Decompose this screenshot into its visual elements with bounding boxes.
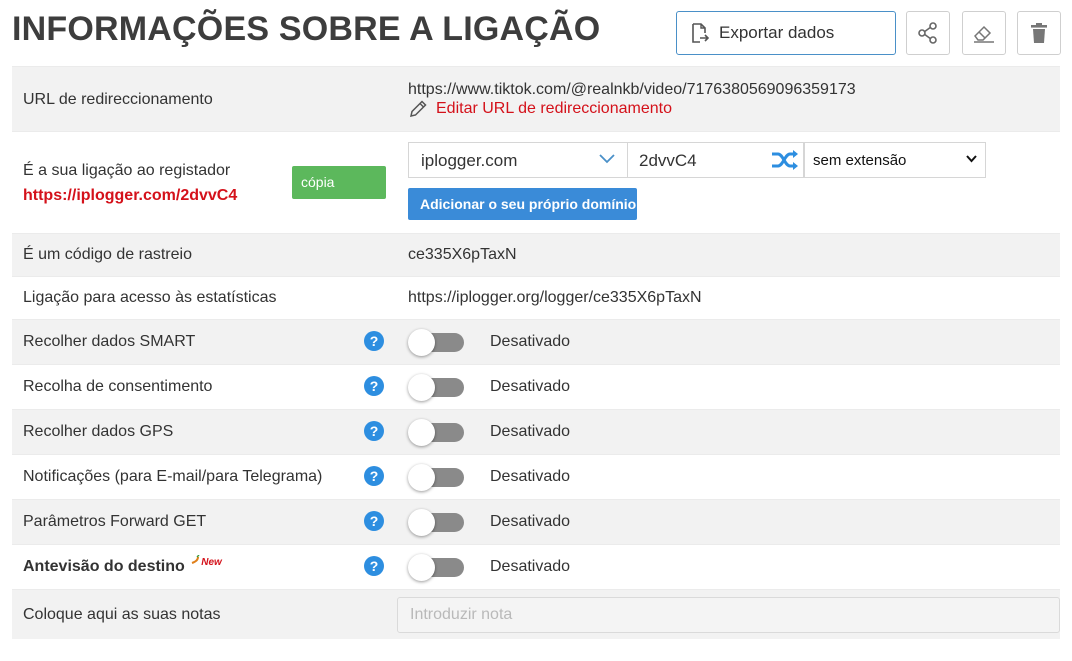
notes-input[interactable]: Introduzir nota — [397, 597, 1060, 633]
erase-button[interactable] — [962, 11, 1006, 55]
new-badge: New — [201, 557, 222, 568]
setting-label: Antevisão do destino New — [23, 554, 222, 576]
copy-button[interactable]: cópia — [292, 166, 386, 199]
logger-link[interactable]: https://iplogger.com/2dvvC4 — [23, 187, 237, 205]
consent-toggle[interactable] — [408, 374, 464, 401]
domain-select[interactable]: iplogger.com — [408, 142, 628, 178]
setting-status: Desativado — [490, 513, 571, 530]
setting-label: Parâmetros Forward GET — [23, 513, 207, 530]
toggle-knob — [408, 419, 435, 446]
redirect-url: https://www.tiktok.com/@realnkb/video/71… — [408, 81, 856, 98]
tracking-label: É um código de rastreio — [23, 246, 192, 263]
forward-get-toggle[interactable] — [408, 509, 464, 536]
stats-url[interactable]: https://iplogger.org/logger/ce335X6pTaxN — [408, 289, 702, 307]
setting-row-destination-preview: Antevisão do destino New ? Desativado — [12, 544, 1060, 589]
share-button[interactable] — [906, 11, 950, 55]
gps-toggle[interactable] — [408, 419, 464, 446]
setting-row-forward-get: Parâmetros Forward GET ? Desativado — [12, 499, 1060, 544]
trash-icon — [1031, 23, 1047, 43]
eraser-icon — [974, 25, 994, 43]
setting-status: Desativado — [490, 423, 571, 440]
toggle-knob — [408, 464, 435, 491]
tracking-code: ce335X6pTaxN — [408, 246, 517, 263]
help-icon[interactable]: ? — [364, 421, 384, 441]
extension-select[interactable]: sem extensão — [804, 142, 986, 178]
redirect-label: URL de redireccionamento — [23, 91, 213, 108]
shuffle-icon[interactable] — [771, 149, 799, 171]
add-own-domain-button[interactable]: Adicionar o seu próprio domínio — [408, 188, 637, 220]
notes-label: Coloque aqui as suas notas — [23, 606, 221, 623]
page-title: INFORMAÇÕES SOBRE A LIGAÇÃO — [12, 10, 601, 48]
setting-label: Recolher dados GPS — [23, 423, 174, 440]
help-icon[interactable]: ? — [364, 466, 384, 486]
edit-redirect-label: Editar URL de redireccionamento — [436, 100, 672, 117]
setting-row-gps: Recolher dados GPS ? Desativado — [12, 409, 1060, 454]
link-info-table: URL de redireccionamento https://www.tik… — [12, 66, 1060, 639]
setting-label: Recolher dados SMART — [23, 333, 196, 350]
page-header: INFORMAÇÕES SOBRE A LIGAÇÃO Exportar dad… — [0, 0, 1072, 66]
export-file-icon — [692, 23, 709, 43]
setting-status: Desativado — [490, 333, 571, 350]
toggle-knob — [408, 374, 435, 401]
delete-button[interactable] — [1017, 11, 1061, 55]
smart-data-toggle[interactable] — [408, 329, 464, 356]
setting-status: Desativado — [490, 468, 571, 485]
setting-row-notifications: Notificações (para E-mail/para Telegrama… — [12, 454, 1060, 499]
tracking-row: É um código de rastreio ce335X6pTaxN — [12, 233, 1060, 276]
logger-label: É a sua ligação ao registador — [23, 162, 231, 179]
toggle-knob — [408, 554, 435, 581]
chevron-down-icon — [599, 154, 615, 164]
share-icon — [918, 22, 937, 44]
help-icon[interactable]: ? — [364, 331, 384, 351]
pencil-icon — [410, 100, 427, 117]
help-icon[interactable]: ? — [364, 556, 384, 576]
stats-row: Ligação para acesso às estatísticas http… — [12, 276, 1060, 319]
export-data-button[interactable]: Exportar dados — [676, 11, 896, 55]
setting-label: Notificações (para E-mail/para Telegrama… — [23, 468, 323, 485]
help-icon[interactable]: ? — [364, 376, 384, 396]
setting-status: Desativado — [490, 378, 571, 395]
export-button-label: Exportar dados — [719, 23, 835, 42]
setting-label-text: Antevisão do destino — [23, 558, 185, 575]
stats-label: Ligação para acesso às estatísticas — [23, 289, 277, 306]
destination-preview-toggle[interactable] — [408, 554, 464, 581]
notes-row: Coloque aqui as suas notas Introduzir no… — [12, 589, 1060, 639]
setting-label: Recolha de consentimento — [23, 378, 213, 395]
help-icon[interactable]: ? — [364, 511, 384, 531]
chevron-down-icon — [966, 155, 977, 163]
edit-redirect-link[interactable]: Editar URL de redireccionamento — [408, 99, 672, 119]
redirect-row: URL de redireccionamento https://www.tik… — [12, 66, 1060, 131]
extension-select-value: sem extensão — [813, 152, 907, 169]
toggle-knob — [408, 329, 435, 356]
logger-row: É a sua ligação ao registador https://ip… — [12, 131, 1060, 233]
pepper-icon — [191, 554, 200, 564]
setting-status: Desativado — [490, 558, 571, 575]
toggle-knob — [408, 509, 435, 536]
setting-row-smart: Recolher dados SMART ? Desativado — [12, 319, 1060, 364]
domain-select-value: iplogger.com — [421, 151, 518, 170]
setting-row-consent: Recolha de consentimento ? Desativado — [12, 364, 1060, 409]
notifications-toggle[interactable] — [408, 464, 464, 491]
